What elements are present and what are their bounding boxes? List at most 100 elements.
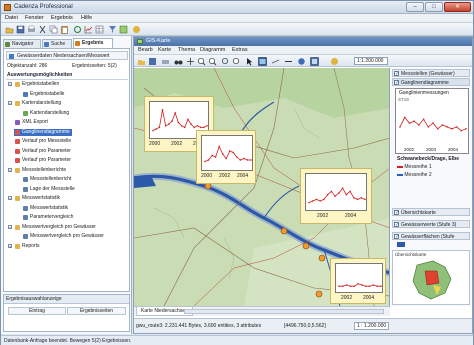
chart-icon[interactable] xyxy=(84,25,93,34)
select-icon[interactable] xyxy=(245,57,254,66)
series-point xyxy=(465,128,467,130)
gis-menu-bearb[interactable]: Bearb xyxy=(138,47,153,53)
close-button[interactable]: ✕ xyxy=(444,2,471,12)
legend-layer-uebersicht[interactable]: Übersichtskarte xyxy=(392,208,470,217)
open-icon[interactable] xyxy=(5,25,14,34)
layer-icon[interactable] xyxy=(258,57,267,66)
folder-icon xyxy=(15,82,20,87)
tree-item[interactable]: Messwertstatistik xyxy=(22,205,68,212)
series-point xyxy=(427,126,429,128)
tree-item[interactable]: Messwertvergleich pro Gewässer xyxy=(22,233,104,240)
gis-save-icon[interactable] xyxy=(148,57,157,66)
help-gis-icon[interactable] xyxy=(330,57,339,66)
map-chart-4[interactable]: 2002 2004 xyxy=(330,258,386,304)
pan-icon[interactable] xyxy=(186,57,195,66)
tree-item[interactable]: Messstellenbericht xyxy=(22,176,71,183)
gis-status-scale[interactable]: 1 : 1.200.000 xyxy=(354,322,390,330)
tree-item[interactable]: Verlauf pro Messstelle xyxy=(14,138,71,145)
series-point xyxy=(187,118,189,121)
column-eintrag[interactable]: Eintrag xyxy=(8,307,66,315)
collapse-icon[interactable]: − xyxy=(8,167,12,172)
measure-icon[interactable] xyxy=(271,57,280,66)
collapse-icon[interactable]: − xyxy=(8,224,12,229)
collapse-icon[interactable]: − xyxy=(8,101,12,106)
tree-item[interactable]: − Ergebnistabellen xyxy=(8,81,59,88)
overview-map[interactable]: Übersichtskarte xyxy=(392,250,470,305)
tree-item[interactable]: − Messwertstatistik xyxy=(8,195,60,202)
filter-icon[interactable] xyxy=(108,25,117,34)
collapse-icon[interactable]: − xyxy=(8,196,12,201)
series-point xyxy=(365,285,367,287)
legend-layer-gewaesserflaechen[interactable]: Gewässerflächen (Stufe xyxy=(392,232,470,241)
tree-item[interactable]: + Reports xyxy=(8,243,40,250)
layer-checkbox[interactable] xyxy=(394,233,399,241)
layer-checkbox[interactable] xyxy=(394,70,399,78)
zoom-box-icon[interactable] xyxy=(221,57,230,66)
tree-item[interactable]: Verlauf pro Parameter xyxy=(14,157,71,164)
gis-menu-karte[interactable]: Karte xyxy=(158,47,171,53)
map-chart-3[interactable]: 2002 2004 xyxy=(300,168,372,224)
zoom-out-icon[interactable] xyxy=(208,57,217,66)
info-icon[interactable] xyxy=(297,57,306,66)
gis-print-icon[interactable] xyxy=(161,57,170,66)
horizontal-scrollbar[interactable] xyxy=(184,309,384,314)
tree-item[interactable]: Ganglinendiagramme xyxy=(14,128,72,136)
scale-input[interactable]: 1:1.200.000 xyxy=(354,57,388,65)
series-point xyxy=(204,160,206,163)
tree-item[interactable]: Kartendarstellung xyxy=(22,110,69,117)
menu-fenster[interactable]: Fenster xyxy=(25,15,44,21)
save-icon[interactable] xyxy=(16,25,25,34)
map-icon[interactable] xyxy=(119,25,128,34)
column-ergebnisseiten[interactable]: Ergebnisseiten xyxy=(67,307,126,315)
tree-item[interactable]: Lage der Messstelle xyxy=(22,186,75,193)
binoculars-icon[interactable] xyxy=(174,57,183,66)
help-icon[interactable] xyxy=(132,25,141,34)
map-chart-2[interactable]: 2000 2002 2004 xyxy=(196,130,256,184)
layer-checkbox[interactable] xyxy=(394,221,399,229)
tree-item[interactable]: Ergebnistabelle xyxy=(22,91,64,98)
gis-menu-extras[interactable]: Extras xyxy=(232,47,248,53)
tree-item[interactable]: Verlauf pro Parameter xyxy=(14,148,71,155)
tab-ergebnis[interactable]: Ergebnis xyxy=(73,38,113,48)
print-icon[interactable] xyxy=(27,25,36,34)
gis-menu-thema[interactable]: Thema xyxy=(178,47,195,53)
maximize-button[interactable]: □ xyxy=(425,2,443,12)
refresh-icon[interactable] xyxy=(73,25,82,34)
gis-open-icon[interactable] xyxy=(137,57,146,66)
zoom-in-icon[interactable] xyxy=(197,57,206,66)
map-canvas[interactable]: 2000 2002 2004 2000 2002 2004 2002 2004 … xyxy=(134,68,390,306)
series-point xyxy=(312,200,314,202)
series-point xyxy=(193,126,195,129)
paste-icon[interactable] xyxy=(60,25,69,34)
menu-datei[interactable]: Datei xyxy=(5,15,18,21)
collapse-icon[interactable]: − xyxy=(8,82,12,87)
settings-icon[interactable] xyxy=(310,57,319,66)
line-style-icon[interactable] xyxy=(284,57,293,66)
copy-icon[interactable] xyxy=(49,25,58,34)
tab-navigator[interactable]: Navigator xyxy=(3,39,41,48)
tree-item[interactable]: XML Export xyxy=(14,119,48,126)
menu-ergebnis[interactable]: Ergebnis xyxy=(51,15,73,21)
gis-menu-diagramm[interactable]: Diagramm xyxy=(200,47,225,53)
table-icon[interactable] xyxy=(95,25,104,34)
layer-checkbox[interactable] xyxy=(394,209,399,217)
tab-suche[interactable]: Suche xyxy=(42,39,72,48)
result-selection-header: Ergebnisauswahlanzeige xyxy=(4,295,129,304)
legend-layer-gewaesserwerte[interactable]: Gewässerwerte (Stufe 3) xyxy=(392,220,470,229)
source-selector[interactable]: Gewässerdaten Niedersachsen/Messwert xyxy=(6,51,128,60)
map-chart-4-xlabel-1: 2002 xyxy=(341,295,353,301)
series-point xyxy=(422,118,425,120)
tree-item[interactable]: − Messwertvergleich pro Gewässer xyxy=(8,224,96,231)
map-chart-1-xlabel-1: 2000 xyxy=(149,141,161,147)
tree-item[interactable]: − Kartendarstellung xyxy=(8,100,61,107)
legend-layer-ganglinien[interactable]: Ganglinendiagramme xyxy=(392,78,470,87)
zoom-full-icon[interactable] xyxy=(232,57,241,66)
legend-layer-messstellen[interactable]: Messstellen (Gewässer) xyxy=(392,69,470,78)
minimize-button[interactable]: – xyxy=(406,2,424,12)
expand-icon[interactable]: + xyxy=(8,243,12,248)
menu-hilfe[interactable]: Hilfe xyxy=(81,15,92,21)
cut-icon[interactable] xyxy=(38,25,47,34)
tree-item[interactable]: Parametervergleich xyxy=(22,214,73,221)
layer-checkbox[interactable] xyxy=(394,79,399,87)
tree-item[interactable]: − Messstellenberichte xyxy=(8,167,66,174)
